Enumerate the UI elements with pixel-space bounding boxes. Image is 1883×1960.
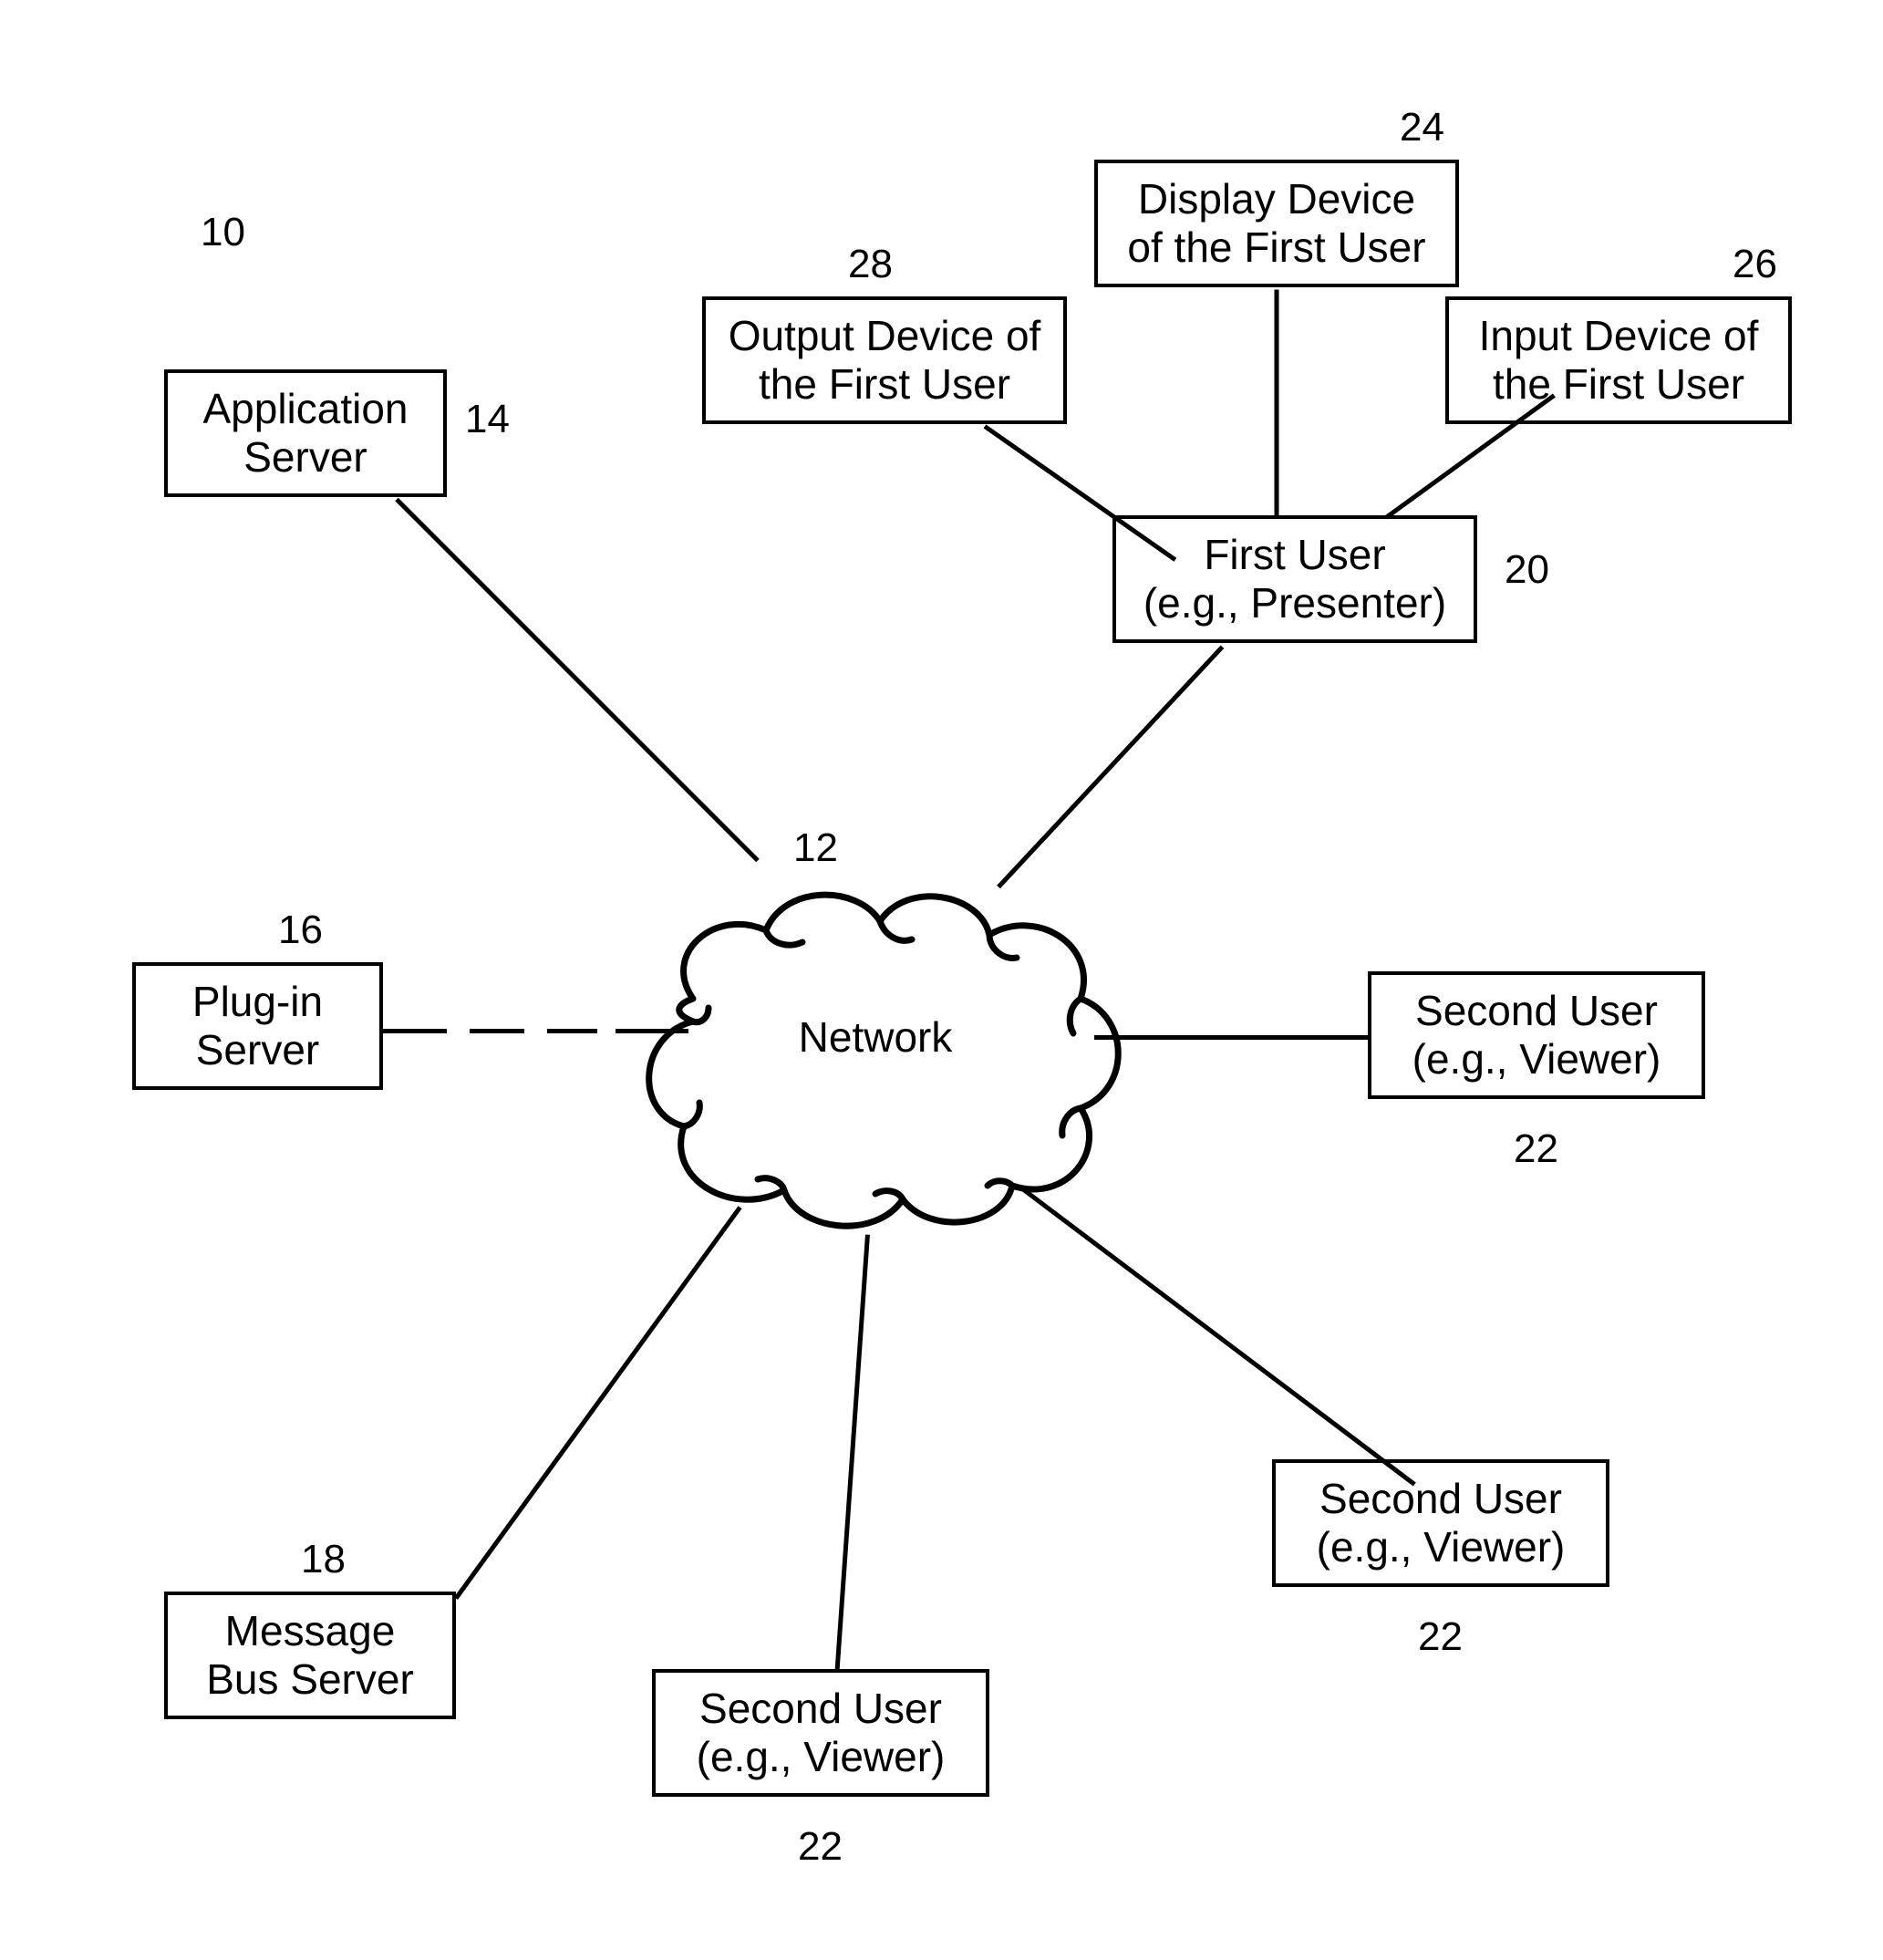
edge-seconduser-a-network [1094,1035,1368,1040]
message-bus-server-box: Message Bus Server [164,1592,456,1719]
ref-second-user-a: 22 [1514,1126,1558,1172]
ref-system: 10 [201,210,245,255]
display-device-box: Display Device of the First User [1094,160,1459,287]
ref-app-server: 14 [465,397,510,442]
second-user-b-line1: Second User [1319,1475,1562,1523]
network-label: Network [739,1012,1012,1062]
ref-first-user: 20 [1505,547,1549,593]
first-user-line2: (e.g., Presenter) [1143,579,1446,627]
input-line2: the First User [1493,360,1744,409]
second-user-box-b: Second User (e.g., Viewer) [1272,1459,1609,1587]
ref-output-device: 28 [848,242,893,287]
ref-display-device: 24 [1400,105,1444,150]
edge-seconduser-c-network [835,1234,870,1671]
ref-msg-bus: 18 [301,1537,346,1582]
app-server-line1: Application [202,385,408,433]
second-user-a-line1: Second User [1415,987,1658,1035]
second-user-box-c: Second User (e.g., Viewer) [652,1669,989,1797]
output-device-box: Output Device of the First User [702,296,1067,424]
second-user-a-line2: (e.g., Viewer) [1412,1035,1661,1084]
edge-msgbus-network [454,1206,742,1600]
plugin-server-line1: Plug-in [192,978,323,1026]
edge-appserver-network [395,498,760,863]
first-user-line1: First User [1204,531,1385,579]
display-line2: of the First User [1127,223,1425,272]
app-server-line2: Server [243,433,367,482]
ref-network: 12 [793,825,838,871]
second-user-c-line1: Second User [699,1685,942,1733]
plugin-server-line2: Server [196,1026,319,1074]
ref-plugin-server: 16 [278,907,323,953]
edge-plugin-dash-4 [616,1029,688,1033]
second-user-c-line2: (e.g., Viewer) [697,1733,946,1781]
edge-seconduser-b-network [1019,1187,1415,1487]
ref-second-user-b: 22 [1418,1614,1463,1660]
diagram-canvas: 10 Network 12 Application Server 14 Plug… [0,0,1883,1960]
edge-plugin-dash-1 [383,1029,447,1033]
edge-firstuser-output [984,424,1177,561]
second-user-box-a: Second User (e.g., Viewer) [1368,971,1705,1099]
plugin-server-box: Plug-in Server [132,962,383,1090]
edge-firstuser-display [1275,290,1279,518]
msg-bus-line2: Bus Server [206,1655,414,1704]
display-line1: Display Device [1138,175,1415,223]
output-line2: the First User [759,360,1010,409]
input-device-box: Input Device of the First User [1445,296,1792,424]
msg-bus-line1: Message [225,1607,396,1655]
edge-plugin-dash-2 [470,1029,524,1033]
first-user-box: First User (e.g., Presenter) [1112,515,1477,643]
ref-input-device: 26 [1733,242,1777,287]
application-server-box: Application Server [164,369,447,497]
ref-second-user-c: 22 [798,1824,843,1870]
input-line1: Input Device of [1479,312,1759,360]
edge-plugin-dash-3 [547,1029,597,1033]
output-line1: Output Device of [729,312,1041,360]
second-user-b-line2: (e.g., Viewer) [1317,1523,1566,1571]
